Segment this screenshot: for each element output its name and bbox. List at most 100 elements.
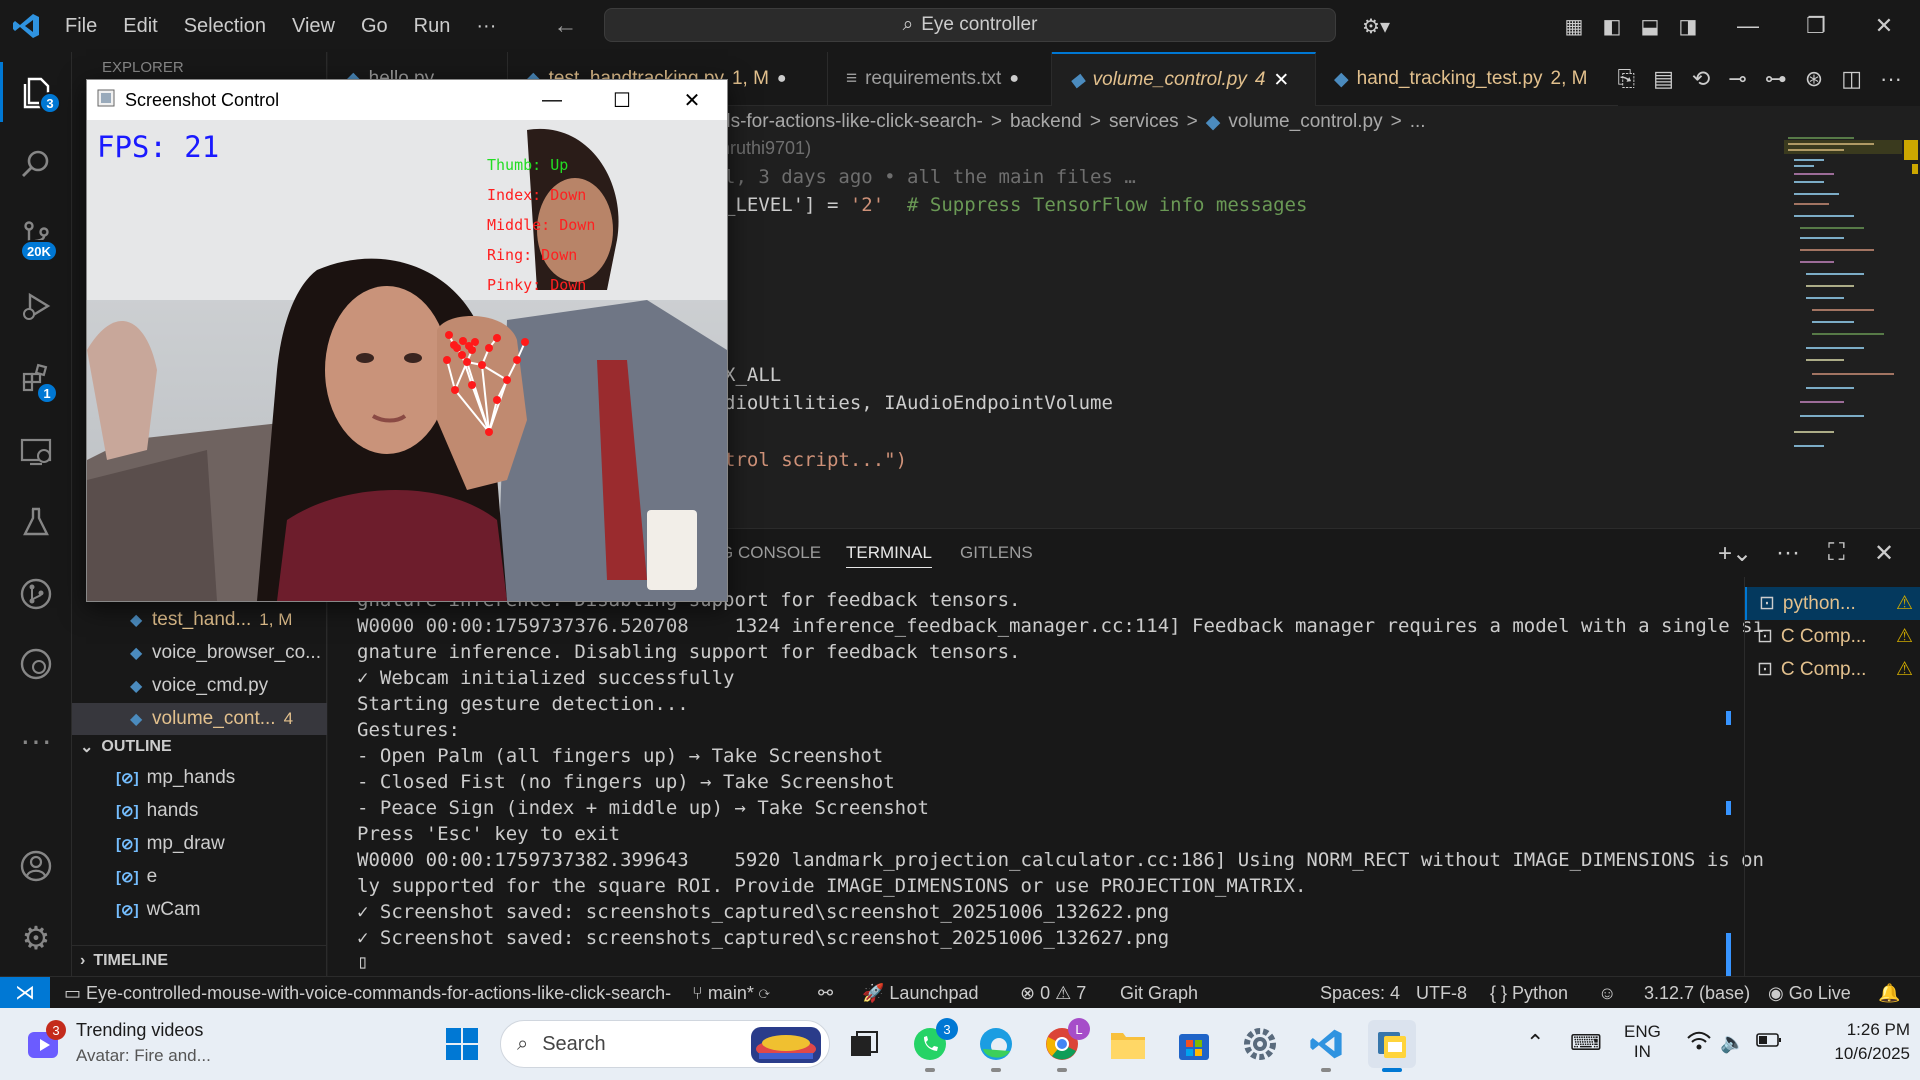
maximize-panel-icon[interactable]: ⛶ [1828, 539, 1845, 567]
copilot-icon[interactable]: ⚙▾ [1356, 14, 1396, 38]
terminal-entry[interactable]: ⊡ C Comp... ⚠ [1745, 620, 1920, 653]
outline-section-header[interactable]: ⌄ OUTLINE [72, 732, 327, 762]
explorer-icon[interactable]: 3 [0, 62, 72, 122]
status-go-live[interactable]: ◉ Go Live [1768, 983, 1851, 1004]
python-app-icon[interactable] [1368, 1020, 1416, 1072]
customize-layout-icon[interactable]: ▦ [1562, 14, 1586, 38]
battery-icon[interactable] [1756, 1032, 1782, 1053]
status-language[interactable]: { } Python [1490, 983, 1568, 1004]
close-panel-icon[interactable]: ✕ [1874, 539, 1894, 568]
outline-item[interactable]: [⊘] e [72, 861, 157, 893]
timeline-back-icon[interactable]: ⟲ [1692, 66, 1710, 92]
wifi-icon[interactable] [1686, 1030, 1712, 1058]
breadcrumb-backend[interactable]: backend [1010, 111, 1082, 133]
new-terminal-icon[interactable]: +⌄ [1718, 539, 1752, 568]
file-item-selected[interactable]: ◆ volume_cont... 4 [72, 703, 327, 735]
unsaved-dot-icon[interactable]: ● [1009, 70, 1019, 88]
code-line[interactable]: _LEVEL'] = '2' # Suppress TensorFlow inf… [724, 194, 1307, 216]
command-center[interactable]: ⌕ Eye controller [604, 8, 1336, 42]
task-view-icon[interactable] [840, 1020, 888, 1068]
terminal-cursor[interactable]: ▯ [357, 951, 368, 973]
gitlens-inspect-icon[interactable]: ⊛ [1805, 66, 1823, 92]
show-hidden-icons-chevron-icon[interactable]: ⌃ [1526, 1030, 1544, 1056]
code-line[interactable]: X_ALL [724, 364, 781, 386]
more-actions-icon[interactable]: ··· [1776, 539, 1800, 567]
widget-title[interactable]: Trending videos [76, 1020, 203, 1041]
run-debug-icon[interactable] [0, 276, 72, 336]
split-editor-icon[interactable]: ◫ [1841, 66, 1862, 92]
clock[interactable]: 1:26 PM 10/6/2025 [1800, 1020, 1910, 1064]
minimize-icon[interactable]: — [1714, 0, 1782, 52]
menu-file[interactable]: File [52, 0, 110, 52]
file-item[interactable]: ◆ voice_browser_co... [72, 637, 327, 669]
status-launchpad[interactable]: 🚀 Launchpad [862, 983, 979, 1004]
menu-view[interactable]: View [279, 0, 348, 52]
minimap[interactable] [1784, 134, 1902, 464]
breadcrumb-services[interactable]: services [1109, 111, 1179, 133]
touch-keyboard-icon[interactable]: ⌨ [1570, 1030, 1602, 1056]
file-explorer-icon[interactable] [1104, 1020, 1152, 1068]
menu-selection[interactable]: Selection [171, 0, 279, 52]
menu-go[interactable]: Go [348, 0, 401, 52]
menu-run[interactable]: Run [401, 0, 464, 52]
tab-gitlens[interactable]: GITLENS [960, 543, 1033, 563]
remote-indicator-icon[interactable]: ⋊ [0, 976, 50, 1009]
taskbar-search[interactable]: ⌕ Search [500, 1020, 830, 1068]
whatsapp-icon[interactable]: 3 [906, 1018, 958, 1072]
screenshot-control-window[interactable]: Screenshot Control — ☐ ✕ FPS: 21 Thumb: … [86, 79, 728, 602]
search-icon[interactable] [0, 134, 72, 194]
remote-explorer-icon[interactable] [0, 422, 72, 482]
status-copilot-icon[interactable]: ☺ [1598, 983, 1616, 1004]
close-icon[interactable]: ✕ [1850, 0, 1918, 52]
close-tab-icon[interactable]: ✕ [1273, 69, 1289, 92]
status-problems[interactable]: ⊗ 0 ⚠ 7 [1020, 983, 1086, 1004]
open-changes-icon[interactable]: ⎘ [1618, 66, 1636, 92]
outline-item[interactable]: [⊘] hands [72, 795, 198, 827]
git-compare-icon[interactable]: ⊶ [1765, 66, 1787, 92]
git-commit-icon[interactable]: ⊸ [1728, 66, 1746, 92]
code-line[interactable]: dioUtilities, IAudioEndpointVolume [724, 392, 1113, 414]
status-interpreter[interactable]: 3.12.7 (base) [1644, 983, 1750, 1004]
file-item[interactable]: ◆ test_hand... 1, M [72, 604, 327, 636]
back-arrow-icon[interactable]: ← [541, 12, 589, 40]
tab-requirements[interactable]: ≡ requirements.txt ● [828, 52, 1052, 106]
toggle-primary-sidebar-icon[interactable]: ◧ [1600, 14, 1624, 38]
status-encoding[interactable]: UTF-8 [1416, 983, 1467, 1004]
minimize-icon[interactable]: — [517, 80, 587, 120]
account-icon[interactable] [0, 836, 72, 896]
more-views-icon[interactable]: ··· [0, 710, 72, 770]
breadcrumb-symbol[interactable]: ... [1410, 111, 1426, 133]
status-spaces[interactable]: Spaces: 4 [1320, 983, 1400, 1004]
edge-browser-icon[interactable] [972, 1020, 1020, 1072]
chrome-browser-icon[interactable]: L [1038, 1018, 1090, 1072]
toggle-panel-icon[interactable]: ⬓ [1638, 14, 1662, 38]
volume-icon[interactable]: 🔈 [1720, 1030, 1745, 1055]
timeline-section-header[interactable]: › TIMELINE [72, 945, 327, 975]
tab-volume-control[interactable]: ◆ volume_control.py 4 ✕ [1052, 52, 1316, 106]
terminal-scrollbar[interactable] [1722, 577, 1734, 983]
testing-flask-icon[interactable] [0, 492, 72, 552]
settings-gear-icon[interactable]: ⚙ [0, 908, 72, 968]
widget-video-icon[interactable]: 3 [26, 1020, 66, 1064]
code-line[interactable]: trol script...") [724, 449, 907, 471]
gitlens-icon[interactable] [0, 564, 72, 624]
git-graph-icon[interactable] [0, 634, 72, 694]
preview-icon[interactable]: ▤ [1653, 66, 1674, 92]
outline-item[interactable]: [⊘] mp_hands [72, 762, 235, 794]
breadcrumb-file[interactable]: volume_control.py [1228, 111, 1382, 133]
tab-hand-tracking-test[interactable]: ◆ hand_tracking_test.py 2, M [1316, 52, 1596, 106]
toggle-secondary-sidebar-icon[interactable]: ◨ [1676, 14, 1700, 38]
language-indicator[interactable]: ENG IN [1624, 1022, 1661, 1062]
more-actions-icon[interactable]: ··· [1880, 66, 1902, 92]
breadcrumb-folder[interactable]: ds-for-actions-like-click-search- [720, 111, 983, 133]
status-liveshare-icon[interactable]: ⚯ [818, 983, 833, 1004]
status-folder[interactable]: ▭ Eye-controlled-mouse-with-voice-comman… [64, 983, 671, 1004]
close-icon[interactable]: ✕ [657, 80, 727, 120]
notifications-bell-icon[interactable]: 🔔 [1878, 983, 1900, 1004]
terminal-entry[interactable]: ⊡ C Comp... ⚠ [1745, 653, 1920, 686]
source-control-icon[interactable]: 20K [0, 206, 72, 266]
tab-terminal[interactable]: TERMINAL [846, 543, 932, 568]
tab-debug-console[interactable]: G CONSOLE [720, 543, 821, 563]
status-git-graph[interactable]: Git Graph [1120, 983, 1198, 1004]
extensions-icon[interactable]: 1 [0, 348, 72, 408]
